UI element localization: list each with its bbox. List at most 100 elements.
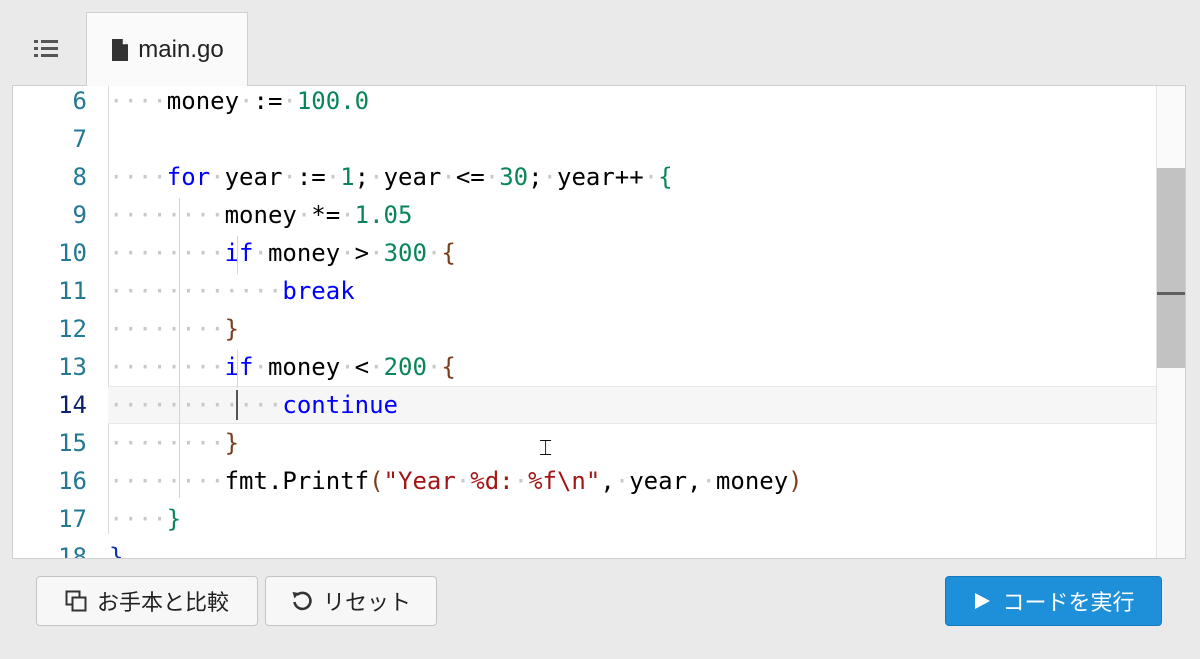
code-token: year++ <box>557 163 644 191</box>
code-token: > <box>354 239 370 267</box>
run-code-button[interactable]: コードを実行 <box>945 576 1162 626</box>
whitespace-marker: ············ <box>109 277 283 305</box>
code-token: money <box>166 87 240 115</box>
whitespace-marker: · <box>282 163 297 191</box>
line-number: 10 <box>58 239 87 267</box>
copy-icon <box>65 590 87 612</box>
code-text: ····money·:=·100.0 <box>109 86 370 120</box>
tab-bar: main.go <box>0 0 1200 86</box>
editor-toolbar: お手本と比較 リセット コードを実行 <box>12 558 1186 646</box>
code-token: ( <box>369 467 384 495</box>
whitespace-marker: · <box>296 201 312 229</box>
whitespace-marker: · <box>325 163 341 191</box>
compare-button-label: お手本と比較 <box>96 590 229 615</box>
code-token: 1 <box>340 163 355 191</box>
whitespace-marker: · <box>701 467 716 495</box>
code-token: } <box>224 429 240 457</box>
scrollbar-cursor-marker <box>1157 292 1185 295</box>
file-icon <box>112 38 129 61</box>
code-line[interactable]: 10 ········if·money·>·300·{ <box>13 234 1159 272</box>
code-text: ········if·money·<·200·{ <box>109 348 456 386</box>
code-line[interactable]: 17 ····} <box>13 500 1159 538</box>
code-token: } <box>224 315 240 343</box>
code-line[interactable]: 7 <box>13 120 1159 158</box>
whitespace-marker: · <box>369 353 384 381</box>
code-text: } <box>109 538 124 559</box>
code-line[interactable]: 11 ············break <box>13 272 1159 310</box>
tab-main-go[interactable]: main.go <box>86 12 248 86</box>
whitespace-marker: · <box>369 239 384 267</box>
code-token: if <box>224 353 254 381</box>
code-line[interactable]: 15 ········} <box>13 424 1159 462</box>
whitespace-marker: · <box>441 163 456 191</box>
code-token: money <box>715 467 789 495</box>
code-line[interactable]: 13 ········if·money·<·200·{ <box>13 348 1159 386</box>
undo-icon <box>292 591 312 611</box>
code-text: ············break <box>109 272 355 310</box>
code-token: { <box>441 239 456 267</box>
file-list-button[interactable] <box>14 24 78 72</box>
whitespace-marker: · <box>426 239 442 267</box>
line-number: 16 <box>58 467 87 495</box>
whitespace-marker: ········ <box>109 239 225 267</box>
code-line[interactable]: 6 ····money·:=·100.0 <box>13 86 1159 120</box>
vertical-scrollbar[interactable] <box>1156 86 1185 558</box>
line-number: 9 <box>72 201 87 229</box>
code-token: money <box>267 353 341 381</box>
code-line[interactable]: 8 ····for·year·:=·1;·year·<=·30;·year++·{ <box>13 158 1159 196</box>
code-line[interactable]: 16 ········fmt.Printf("Year·%d:·%f\n",·ye… <box>13 462 1159 500</box>
code-token: 100.0 <box>296 87 370 115</box>
code-token: 300 <box>383 239 427 267</box>
code-line[interactable]: 18} <box>13 538 1159 559</box>
code-editor[interactable]: 6 ····money·:=·100.0 7 8 ····for·year·:=·1;·… <box>12 85 1186 559</box>
whitespace-marker: · <box>542 163 557 191</box>
code-token: break <box>282 277 355 305</box>
code-token: for <box>166 163 211 191</box>
code-text: ········} <box>109 424 239 462</box>
line-number: 15 <box>58 429 87 457</box>
whitespace-marker: · <box>455 467 471 495</box>
whitespace-marker: · <box>253 239 268 267</box>
scrollbar-thumb[interactable] <box>1157 168 1185 368</box>
whitespace-marker: · <box>253 353 268 381</box>
code-line[interactable]: 14 ············continue <box>13 386 1159 424</box>
whitespace-marker: ········ <box>109 429 225 457</box>
code-token: := <box>253 87 283 115</box>
whitespace-marker: ········ <box>109 201 225 229</box>
text-caret <box>236 390 238 420</box>
whitespace-marker: ···· <box>109 163 167 191</box>
reset-button[interactable]: リセット <box>265 576 437 626</box>
mouse-ibeam-cursor: ⌶ <box>539 436 553 461</box>
line-number: 12 <box>58 315 87 343</box>
code-token: if <box>224 239 254 267</box>
code-token: ; <box>528 163 543 191</box>
code-text: ········fmt.Printf("Year·%d:·%f\n",·year… <box>109 462 803 500</box>
line-number: 8 <box>72 163 87 191</box>
code-token: { <box>441 353 456 381</box>
code-token: ; <box>354 163 370 191</box>
compare-with-sample-button[interactable]: お手本と比較 <box>36 576 258 626</box>
whitespace-marker: · <box>426 353 442 381</box>
whitespace-marker: · <box>210 163 225 191</box>
code-token: } <box>109 543 124 559</box>
whitespace-marker: · <box>484 163 500 191</box>
code-token: { <box>658 163 673 191</box>
code-text: ········money·*=·1.05 <box>109 196 412 234</box>
play-icon <box>975 593 991 609</box>
code-line[interactable]: 9 ········money·*=·1.05 <box>13 196 1159 234</box>
line-number: 6 <box>72 87 87 115</box>
code-token: 200 <box>383 353 427 381</box>
tab-label: main.go <box>138 35 224 63</box>
code-token: < <box>354 353 370 381</box>
whitespace-marker: ···· <box>109 505 167 533</box>
whitespace-marker: · <box>239 87 254 115</box>
line-number: 18 <box>58 543 87 559</box>
code-token: money <box>224 201 297 229</box>
code-token: := <box>296 163 326 191</box>
whitespace-marker: · <box>282 87 297 115</box>
code-line[interactable]: 12 ········} <box>13 310 1159 348</box>
whitespace-marker: ············ <box>109 391 283 419</box>
code-token: %d: <box>470 467 514 495</box>
whitespace-marker: · <box>340 239 355 267</box>
code-token: fmt.Printf <box>224 467 370 495</box>
